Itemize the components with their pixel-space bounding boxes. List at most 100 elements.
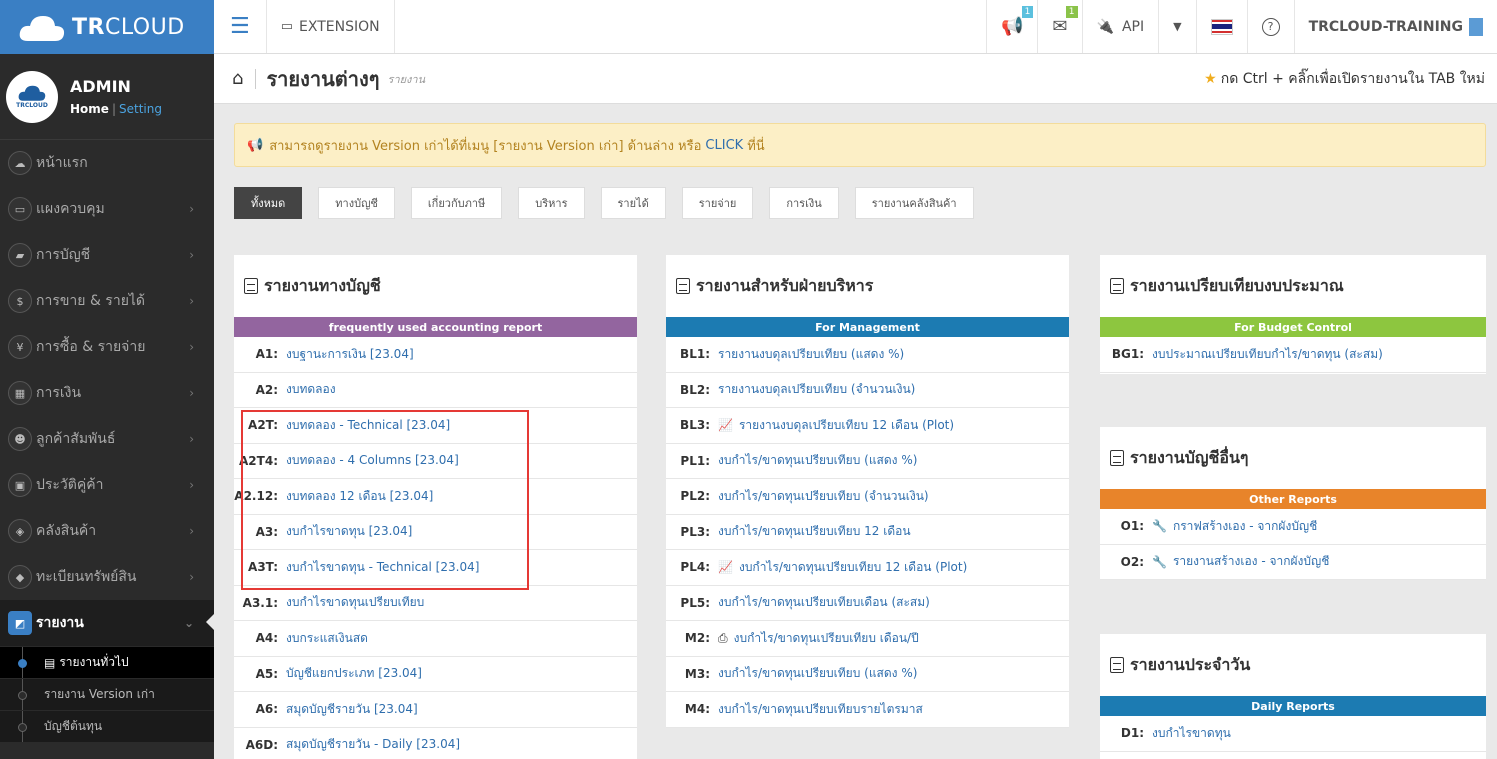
report-link[interactable]: งบกำไร/ขาดทุนเปรียบเทียบรายไตรมาส (718, 700, 923, 719)
report-code: BL3: (680, 418, 710, 433)
panel-title-text: รายงานสำหรับฝ่ายบริหาร (696, 275, 874, 295)
report-row[interactable]: A1: งบฐานะการเงิน [23.04] (234, 337, 637, 373)
report-row[interactable]: A4: งบกระแสเงินสด (234, 621, 637, 657)
setting-link[interactable]: Setting (119, 102, 162, 116)
report-row[interactable]: A6D: สมุดบัญชีรายวัน - Daily [23.04] (234, 728, 637, 759)
report-link[interactable]: สมุดบัญชีรายวัน - Daily [23.04] (286, 735, 460, 754)
chevron-right-icon: › (189, 248, 194, 262)
sidebar-item[interactable]: $ การขาย & รายได้ › (0, 278, 214, 324)
sidebar-item[interactable]: ☻ ลูกค้าสัมพันธ์ › (0, 416, 214, 462)
submenu-item[interactable]: ▤ รายงานทั่วไป (0, 646, 214, 678)
sidebar-item[interactable]: ▣ ประวัติคู่ค้า › (0, 462, 214, 508)
report-row[interactable]: PL5: งบกำไร/ขาดทุนเปรียบเทียบเดือน (สะสม) (666, 586, 1069, 621)
help-button[interactable]: ? (1248, 0, 1295, 53)
report-link[interactable]: สมุดบัญชีรายวัน [23.04] (286, 700, 418, 719)
report-code: M3: (684, 666, 710, 681)
avatar-label: TRCLOUD (16, 102, 48, 109)
notice-click-link[interactable]: CLICK (705, 138, 743, 153)
announcement-button[interactable]: 📢 1 (987, 0, 1039, 53)
language-button[interactable] (1197, 0, 1248, 53)
filter-button[interactable]: รายได้ (600, 187, 666, 219)
report-link[interactable]: บัญชีแยกประเภท [23.04] (286, 664, 422, 683)
panel-title-text: รายงานประจำวัน (1130, 654, 1251, 674)
report-row[interactable]: A2: งบทดลอง (234, 373, 637, 408)
report-link[interactable]: งบกระแสเงินสด (286, 629, 368, 648)
report-row[interactable]: A5: บัญชีแยกประเภท [23.04] (234, 657, 637, 692)
panel-title-text: รายงานเปรียบเทียบงบประมาณ (1130, 275, 1344, 295)
extension-button[interactable]: ▭ EXTENSION (267, 0, 395, 53)
sidebar-item[interactable]: ▦ การเงิน › (0, 370, 214, 416)
report-link[interactable]: รายงานสร้างเอง - จากผังบัญชี (1173, 552, 1329, 571)
sidebar-item[interactable]: ▭ แผงควบคุม › (0, 186, 214, 232)
mail-button[interactable]: ✉ 1 (1038, 0, 1083, 53)
menu-toggle-button[interactable]: ☰ (214, 0, 267, 53)
submenu-bullet (18, 723, 27, 732)
main-content: ⌂ รายงานต่างๆ รายงาน ★ กด Ctrl + คลิ๊กเพื… (214, 54, 1497, 759)
report-row[interactable]: PL1: งบกำไร/ขาดทุนเปรียบเทียบ (แสดง %) (666, 444, 1069, 479)
report-row[interactable]: A6: สมุดบัญชีรายวัน [23.04] (234, 692, 637, 728)
report-link[interactable]: กราฟสร้างเอง - จากผังบัญชี (1173, 517, 1317, 536)
report-link[interactable]: งบกำไรขาดทุน (1152, 724, 1231, 743)
home-link[interactable]: Home (70, 102, 109, 116)
panel-title: รายงานสำหรับฝ่ายบริหาร (666, 255, 1069, 317)
home-icon[interactable]: ⌂ (232, 68, 243, 89)
report-row[interactable]: M4: งบกำไร/ขาดทุนเปรียบเทียบรายไตรมาส (666, 692, 1069, 728)
sidebar-item-reports[interactable]: ◩ รายงาน ⌄ (0, 600, 214, 646)
report-link[interactable]: งบทดลอง (286, 380, 336, 399)
filter-button[interactable]: ทางบัญชี (318, 187, 395, 219)
report-row[interactable]: BL1: รายงานงบดุลเปรียบเทียบ (แสดง %) (666, 337, 1069, 373)
filter-button[interactable]: การเงิน (769, 187, 839, 219)
report-row[interactable]: PL3: งบกำไร/ขาดทุนเปรียบเทียบ 12 เดือน (666, 515, 1069, 550)
sidebar-item[interactable]: ▰ การบัญชี › (0, 232, 214, 278)
report-link[interactable]: งบกำไร/ขาดทุนเปรียบเทียบ (แสดง %) (718, 664, 917, 683)
report-row[interactable]: PL4: 📈 งบกำไร/ขาดทุนเปรียบเทียบ 12 เดือน (… (666, 550, 1069, 586)
report-row[interactable]: BG1: งบประมาณเปรียบเทียบกำไร/ขาดทุน (สะสม… (1100, 337, 1486, 373)
announcement-count: 1 (1021, 6, 1034, 18)
report-link[interactable]: งบกำไร/ขาดทุนเปรียบเทียบเดือน (สะสม) (718, 593, 930, 612)
report-link[interactable]: งบกำไร/ขาดทุนเปรียบเทียบ 12 เดือน (Plot) (739, 558, 967, 577)
filter-button[interactable]: รายจ่าย (681, 187, 754, 219)
filter-button[interactable]: รายงานคลังสินค้า (854, 187, 974, 219)
sidebar-item[interactable]: ☁ หน้าแรก (0, 140, 214, 186)
report-link[interactable]: รายงานงบดุลเปรียบเทียบ (จำนวนเงิน) (718, 380, 915, 399)
report-link[interactable]: รายงานงบดุลเปรียบเทียบ 12 เดือน (Plot) (739, 416, 954, 435)
report-link[interactable]: งบกำไร/ขาดทุนเปรียบเทียบ (แสดง %) (718, 451, 917, 470)
report-row[interactable]: M3: งบกำไร/ขาดทุนเปรียบเทียบ (แสดง %) (666, 657, 1069, 692)
panel-title-text: รายงานบัญชีอื่นๆ (1130, 447, 1249, 467)
api-button[interactable]: 🔌 API (1083, 0, 1160, 53)
sidebar-item[interactable]: ◈ คลังสินค้า › (0, 508, 214, 554)
filter-button[interactable]: ทั้งหมด (234, 187, 303, 219)
sidebar-item[interactable]: ◆ ทะเบียนทรัพย์สิน › (0, 554, 214, 600)
report-row[interactable]: BL3: 📈 รายงานงบดุลเปรียบเทียบ 12 เดือน (Pl… (666, 408, 1069, 444)
wrench-icon: 🔧 (1152, 554, 1167, 569)
report-link[interactable]: งบฐานะการเงิน [23.04] (286, 345, 414, 364)
report-list: BG1: งบประมาณเปรียบเทียบกำไร/ขาดทุน (สะสม… (1100, 337, 1486, 373)
report-row[interactable]: D1: งบกำไรขาดทุน (1100, 716, 1486, 752)
submenu-item[interactable]: รายงาน Version เก่า (0, 678, 214, 710)
brand-logo[interactable]: TRCLOUD (0, 0, 214, 54)
avatar[interactable]: TRCLOUD (6, 70, 58, 123)
report-link[interactable]: งบกำไร/ขาดทุนเปรียบเทียบ (จำนวนเงิน) (718, 487, 929, 506)
report-row[interactable]: PL2: งบกำไร/ขาดทุนเปรียบเทียบ (จำนวนเงิน) (666, 479, 1069, 515)
report-link[interactable]: งบกำไรขาดทุนเปรียบเทียบ (286, 593, 424, 612)
report-link[interactable]: งบกำไร/ขาดทุนเปรียบเทียบ เดือน/ปี (734, 629, 919, 648)
report-row[interactable]: O1: 🔧 กราฟสร้างเอง - จากผังบัญชี (1100, 509, 1486, 545)
report-row[interactable]: M2: ⎙ งบกำไร/ขาดทุนเปรียบเทียบ เดือน/ปี (666, 621, 1069, 657)
company-button[interactable]: TRCLOUD-TRAINING (1295, 0, 1497, 53)
panel-band: Other Reports (1100, 489, 1486, 509)
report-link[interactable]: รายงานงบดุลเปรียบเทียบ (แสดง %) (718, 345, 904, 364)
report-row[interactable]: A3.1: งบกำไรขาดทุนเปรียบเทียบ (234, 586, 637, 621)
avatar-cloud-icon (18, 85, 46, 101)
submenu-item[interactable]: บัญชีต้นทุน (0, 710, 214, 742)
filter-button[interactable]: เกี่ยวกับภาษี (410, 187, 503, 219)
filter-button[interactable]: บริหาร (518, 187, 585, 219)
sidebar-item[interactable]: ¥ การซื้อ & รายจ่าย › (0, 324, 214, 370)
sidebar-item-label: ลูกค้าสัมพันธ์ (36, 431, 116, 447)
report-row[interactable]: O2: 🔧 รายงานสร้างเอง - จากผังบัญชี (1100, 545, 1486, 580)
report-link[interactable]: งบประมาณเปรียบเทียบกำไร/ขาดทุน (สะสม) (1152, 345, 1383, 364)
monitor-icon: ▭ (8, 197, 32, 221)
sidebar-item-label: หน้าแรก (36, 155, 88, 171)
report-row[interactable]: BL2: รายงานงบดุลเปรียบเทียบ (จำนวนเงิน) (666, 373, 1069, 408)
report-link[interactable]: งบกำไร/ขาดทุนเปรียบเทียบ 12 เดือน (718, 522, 911, 541)
dropdown-toggle[interactable]: ▼ (1159, 0, 1197, 53)
